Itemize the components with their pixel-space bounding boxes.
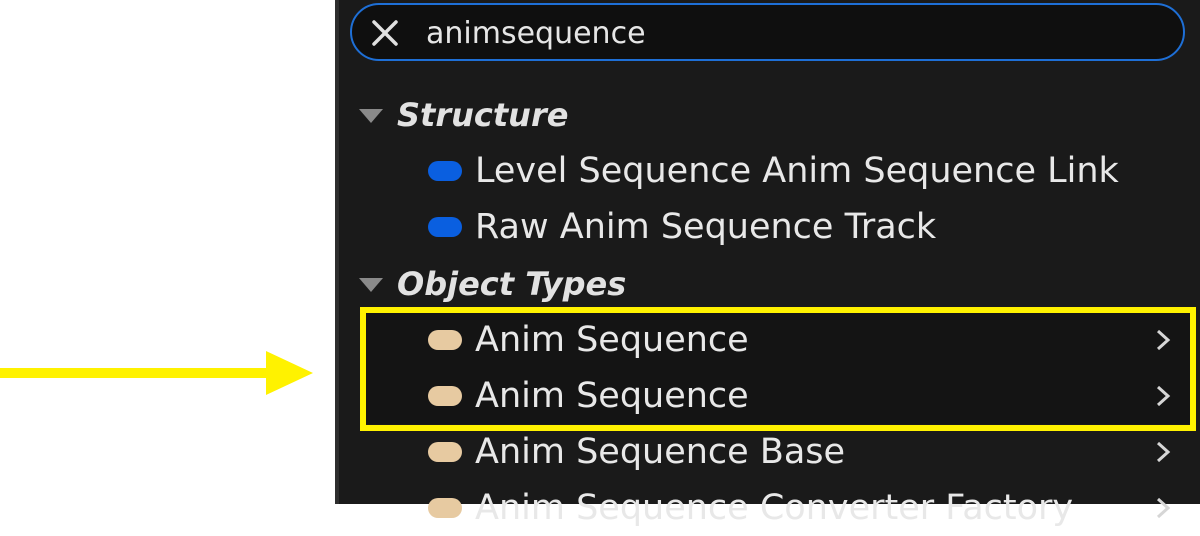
list-item-anim-sequence[interactable]: Anim Sequence	[360, 368, 1195, 424]
object-pill-icon	[428, 498, 462, 518]
close-icon[interactable]	[370, 18, 400, 48]
chevron-right-icon[interactable]	[1155, 329, 1171, 351]
section-title: Object Types	[397, 265, 627, 303]
list-item-label: Level Sequence Anim Sequence Link	[475, 151, 1119, 191]
chevron-right-icon[interactable]	[1155, 497, 1171, 519]
section-title: Structure	[397, 96, 569, 134]
collapse-triangle-icon[interactable]	[357, 108, 385, 124]
list-item-raw-anim-sequence-track[interactable]: Raw Anim Sequence Track	[360, 199, 1195, 255]
list-item-level-sequence-anim-sequence-link[interactable]: Level Sequence Anim Sequence Link	[360, 143, 1195, 199]
object-pill-icon	[428, 330, 462, 350]
list-item-anim-sequence[interactable]: Anim Sequence	[360, 312, 1195, 368]
search-text[interactable]: animsequence	[426, 13, 646, 55]
object-pill-icon	[428, 386, 462, 406]
list-item-label: Anim Sequence Base	[475, 432, 846, 472]
struct-pill-icon	[428, 161, 462, 181]
panel-border	[335, 0, 339, 504]
list-item-label: Anim Sequence	[475, 376, 749, 416]
list-item-label: Raw Anim Sequence Track	[475, 207, 937, 247]
struct-pill-icon	[428, 217, 462, 237]
list-item-label: Anim Sequence	[475, 320, 749, 360]
search-input[interactable]: animsequence	[350, 3, 1185, 61]
annotation-arrow-icon	[0, 351, 313, 395]
list-item-anim-sequence-converter-factory[interactable]: Anim Sequence Converter Factory	[360, 480, 1195, 536]
chevron-right-icon[interactable]	[1155, 441, 1171, 463]
list-item-anim-sequence-base[interactable]: Anim Sequence Base	[360, 424, 1195, 480]
object-pill-icon	[428, 442, 462, 462]
list-item-label: Anim Sequence Converter Factory	[475, 488, 1074, 528]
chevron-right-icon[interactable]	[1155, 385, 1171, 407]
collapse-triangle-icon[interactable]	[357, 277, 385, 293]
